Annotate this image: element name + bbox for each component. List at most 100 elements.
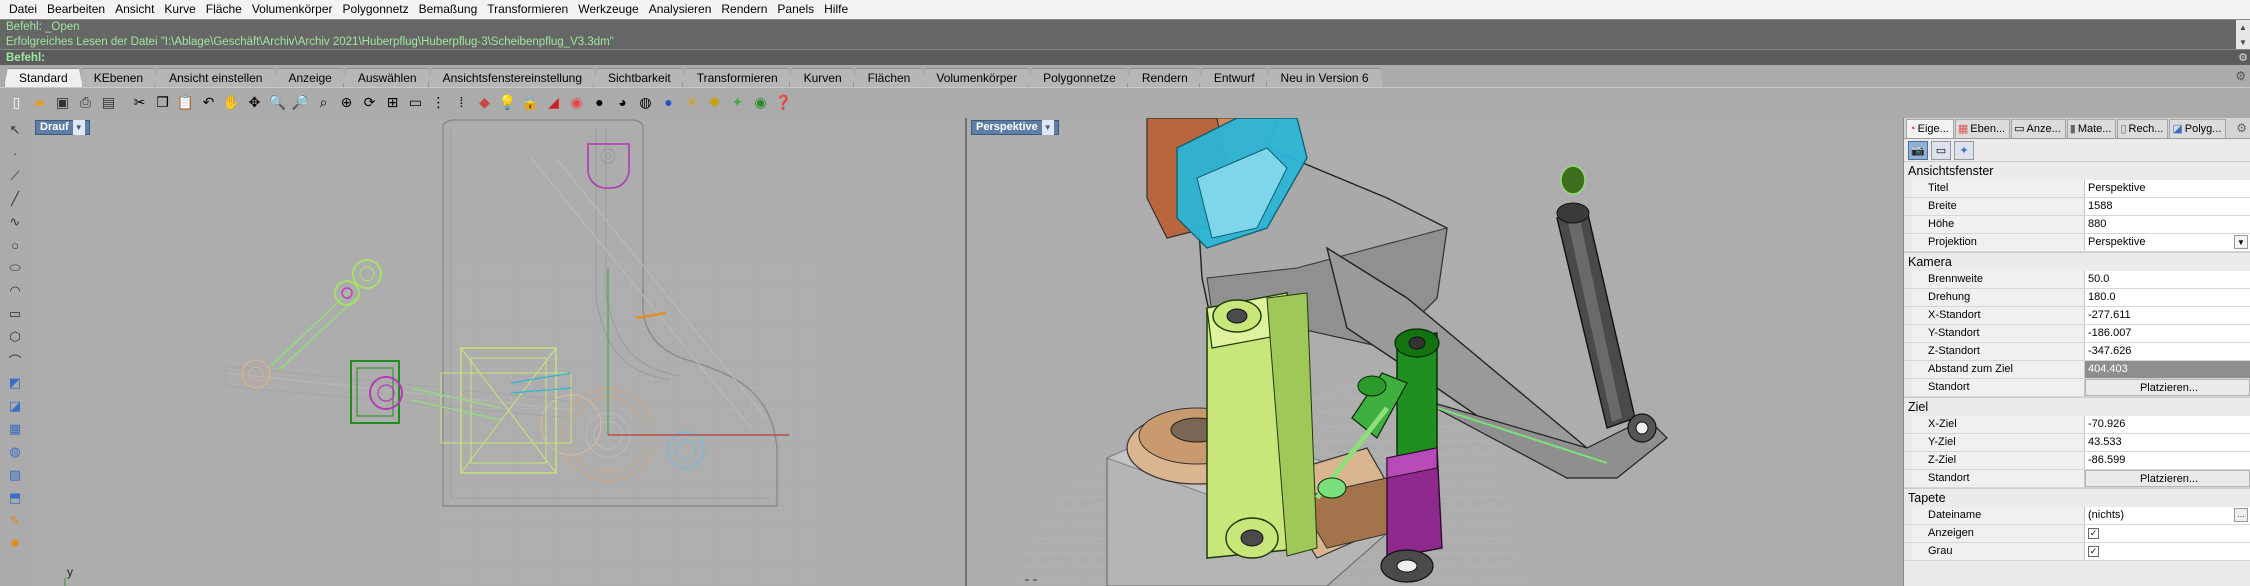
camera-icon[interactable]: 📷 [1908,140,1928,160]
cplane-icon[interactable]: ▭ [405,91,426,112]
tab-transformieren[interactable]: Transformieren [682,68,793,87]
panel-tab-display[interactable]: ▭ Anze... [2011,119,2066,138]
select-points-icon[interactable]: ⁞ [451,91,472,112]
curve-icon[interactable]: ∿ [2,211,28,233]
show-wallpaper-checkbox[interactable]: ✓ [2088,528,2099,539]
surface-icon[interactable]: ◩ [2,372,28,394]
point-icon[interactable]: · [2,142,28,164]
tab-ansichtsfenstereinstellung[interactable]: Ansichtsfenstereinstellung [428,68,597,87]
browse-icon[interactable]: … [2234,508,2248,522]
pan-hand-icon[interactable]: ✋ [221,91,242,112]
tab-sichtbarkeit[interactable]: Sichtbarkeit [593,68,686,87]
print-icon[interactable]: ⎙ [75,91,96,112]
lock-icon[interactable]: 🔒 [520,91,541,112]
prop-value-breite[interactable]: 1588 [2085,198,2250,215]
light-bulb-icon[interactable]: 💡 [497,91,518,112]
chevron-down-icon[interactable]: ▼ [2234,235,2248,249]
menu-kurve[interactable]: Kurve [159,0,200,19]
copy-icon[interactable]: ❐ [152,91,173,112]
prop-value-titel[interactable]: Perspektive [2085,180,2250,197]
open-file-icon[interactable]: ▰ [29,91,50,112]
tab-anzeige[interactable]: Anzeige [273,68,346,87]
help-icon[interactable]: ❓ [773,91,794,112]
prop-value-hoehe[interactable]: 880 [2085,216,2250,233]
menu-bearbeiten[interactable]: Bearbeiten [42,0,110,19]
render-sphere-icon[interactable]: ◕ [612,91,633,112]
rectangle-icon[interactable]: ▭ [2,303,28,325]
grid-snap-icon[interactable]: ⋮ [428,91,449,112]
viewport-page-icon[interactable]: ▭ [1931,140,1951,160]
command-input[interactable] [48,50,2236,65]
menu-hilfe[interactable]: Hilfe [819,0,853,19]
menu-flaeche[interactable]: Fläche [201,0,247,19]
scroll-down-icon[interactable]: ▼ [2236,35,2250,50]
prop-value-z-ziel[interactable]: -86.599 [2085,452,2250,469]
prop-value-x-ziel[interactable]: -70.926 [2085,416,2250,433]
rotate-view-icon[interactable]: ⟳ [359,91,380,112]
menu-volumenkoerper[interactable]: Volumenkörper [247,0,338,19]
viewport-perspective[interactable]: Perspektive ▼ [967,118,1903,586]
place-camera-button[interactable]: Platzieren... [2085,379,2250,396]
cut-icon[interactable]: ✂ [129,91,150,112]
polygon-icon[interactable]: ⬡ [2,326,28,348]
prop-value-z-standort[interactable]: -347.626 [2085,343,2250,360]
fillet-icon[interactable]: ⌒ [2,349,28,371]
chevron-down-icon[interactable]: ▼ [72,120,85,135]
prop-value-dateiname[interactable]: (nichts) … [2085,507,2250,524]
light-icon[interactable]: ☀ [681,91,702,112]
menu-polygonnetz[interactable]: Polygonnetz [338,0,414,19]
tab-rendern[interactable]: Rendern [1127,68,1203,87]
paste-icon[interactable]: 📋 [175,91,196,112]
scroll-up-icon[interactable]: ▲ [2236,20,2250,35]
globe-icon[interactable]: ◉ [750,91,771,112]
menu-panels[interactable]: Panels [772,0,819,19]
tab-polygonnetze[interactable]: Polygonnetze [1028,68,1131,87]
panel-gear-icon[interactable]: ⚙ [2236,121,2247,135]
blue-sphere-icon[interactable]: ● [658,91,679,112]
zoom-selected-icon[interactable]: ⊕ [336,91,357,112]
save-icon[interactable]: ▣ [52,91,73,112]
menu-werkzeuge[interactable]: Werkzeuge [573,0,643,19]
four-viewports-icon[interactable]: ⊞ [382,91,403,112]
dimension-icon[interactable]: ✎ [2,510,28,532]
menu-ansicht[interactable]: Ansicht [110,0,159,19]
lighting-icon[interactable]: ✦ [1954,140,1974,160]
transform-icon[interactable]: ⬒ [2,487,28,509]
gray-wallpaper-checkbox[interactable]: ✓ [2088,546,2099,557]
prop-value-abstand[interactable]: 404.403 [2085,361,2250,378]
prop-value-y-ziel[interactable]: 43.533 [2085,434,2250,451]
panel-tab-render[interactable]: ▯ Rech... [2117,119,2169,138]
move-icon[interactable]: ✥ [244,91,265,112]
viewport-title-perspective[interactable]: Perspektive ▼ [971,120,1059,135]
ghosted-sphere-icon[interactable]: ◍ [635,91,656,112]
circle-icon[interactable]: ○ [2,234,28,256]
tab-entwurf[interactable]: Entwurf [1199,68,1270,87]
panel-tab-layers[interactable]: ▦ Eben... [1954,119,2011,138]
tab-kurven[interactable]: Kurven [789,68,857,87]
options-gear-icon[interactable]: ✺ [704,91,725,112]
zoom-extents-icon[interactable]: ⌕ [313,91,334,112]
mesh-icon[interactable]: ▧ [2,464,28,486]
prop-value-projektion[interactable]: Perspektive ▼ [2085,234,2250,251]
viewport-title-top[interactable]: Drauf ▼ [35,120,90,135]
menu-analysieren[interactable]: Analysieren [644,0,717,19]
polyline-icon[interactable]: ⟋ [2,165,28,187]
menu-transformieren[interactable]: Transformieren [482,0,573,19]
tab-auswaehlen[interactable]: Auswählen [343,68,432,87]
chevron-down-icon[interactable]: ▼ [1041,120,1054,135]
tabs-gear-icon[interactable]: ⚙ [2235,69,2246,83]
zoom-dynamic-icon[interactable]: 🔎 [290,91,311,112]
materials-icon[interactable]: ✦ [727,91,748,112]
viewport-top[interactable]: Drauf ▼ y [31,118,965,586]
panel-tab-properties[interactable]: ◔ Eige... [1906,119,1954,138]
line-icon[interactable]: ╱ [2,188,28,210]
command-options-icon[interactable]: ⚙ [2236,51,2250,64]
solid-sphere-icon[interactable]: ◍ [2,441,28,463]
prop-value-brennweite[interactable]: 50.0 [2085,271,2250,288]
arc-icon[interactable]: ◠ [2,280,28,302]
menu-bemassung[interactable]: Bemaßung [414,0,483,19]
tab-standard[interactable]: Standard [4,68,83,87]
tab-neu-in-version-6[interactable]: Neu in Version 6 [1266,68,1384,87]
ellipse-icon[interactable]: ⬭ [2,257,28,279]
tab-kebenen[interactable]: KEbenen [79,68,158,87]
